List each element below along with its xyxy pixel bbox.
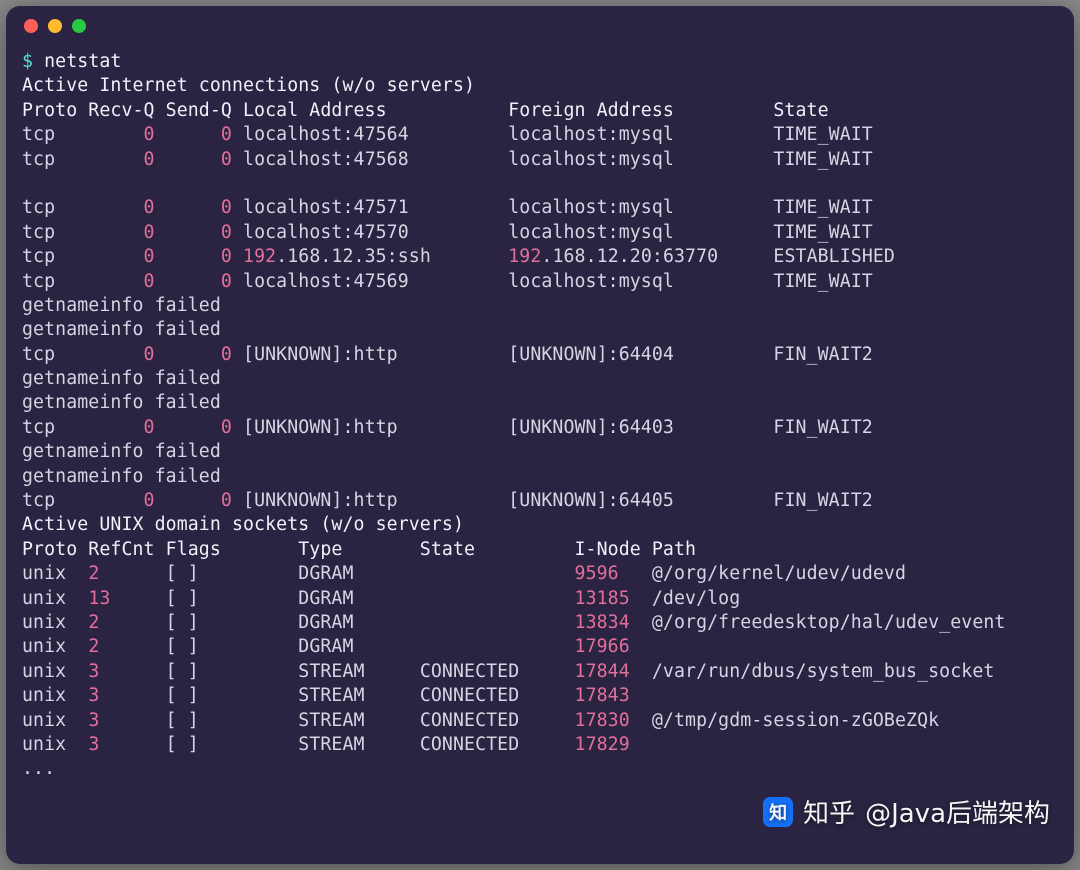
internet-row: tcp 0 0 localhost:47570 localhost:mysql … bbox=[22, 221, 1058, 245]
terminal-output: $ netstatActive Internet connections (w/… bbox=[6, 46, 1074, 782]
internet-row: tcp 0 0 [UNKNOWN]:http [UNKNOWN]:64405 F… bbox=[22, 489, 1058, 513]
watermark: 知 知乎 @Java后端架构 bbox=[763, 793, 1050, 830]
unix-row: unix 3 [ ] STREAM CONNECTED 17844 /var/r… bbox=[22, 660, 1058, 684]
terminal-window: $ netstatActive Internet connections (w/… bbox=[6, 6, 1074, 864]
watermark-prefix: 知乎 bbox=[803, 793, 855, 830]
zhihu-icon: 知 bbox=[763, 797, 793, 827]
internet-row: tcp 0 0 [UNKNOWN]:http [UNKNOWN]:64404 F… bbox=[22, 343, 1058, 367]
internet-row: tcp 0 0 localhost:47571 localhost:mysql … bbox=[22, 196, 1058, 220]
internet-row: tcp 0 0 localhost:47564 localhost:mysql … bbox=[22, 123, 1058, 147]
unix-row: unix 13 [ ] DGRAM 13185 /dev/log bbox=[22, 587, 1058, 611]
internet-row: tcp 0 0 localhost:47568 localhost:mysql … bbox=[22, 148, 1058, 172]
window-titlebar bbox=[6, 6, 1074, 46]
close-icon[interactable] bbox=[24, 19, 38, 33]
unix-row: unix 3 [ ] STREAM CONNECTED 17830 @/tmp/… bbox=[22, 709, 1058, 733]
watermark-handle: @Java后端架构 bbox=[865, 793, 1050, 830]
unix-row: unix 3 [ ] STREAM CONNECTED 17829 bbox=[22, 733, 1058, 757]
unix-row: unix 2 [ ] DGRAM 13834 @/org/freedesktop… bbox=[22, 611, 1058, 635]
unix-row: unix 2 [ ] DGRAM 9596 @/org/kernel/udev/… bbox=[22, 562, 1058, 586]
internet-row: tcp 0 0 [UNKNOWN]:http [UNKNOWN]:64403 F… bbox=[22, 416, 1058, 440]
unix-row: unix 3 [ ] STREAM CONNECTED 17843 bbox=[22, 684, 1058, 708]
unix-row: unix 2 [ ] DGRAM 17966 bbox=[22, 635, 1058, 659]
maximize-icon[interactable] bbox=[72, 19, 86, 33]
internet-row: tcp 0 0 192.168.12.35:ssh 192.168.12.20:… bbox=[22, 245, 1058, 269]
internet-row: tcp 0 0 localhost:47569 localhost:mysql … bbox=[22, 270, 1058, 294]
minimize-icon[interactable] bbox=[48, 19, 62, 33]
